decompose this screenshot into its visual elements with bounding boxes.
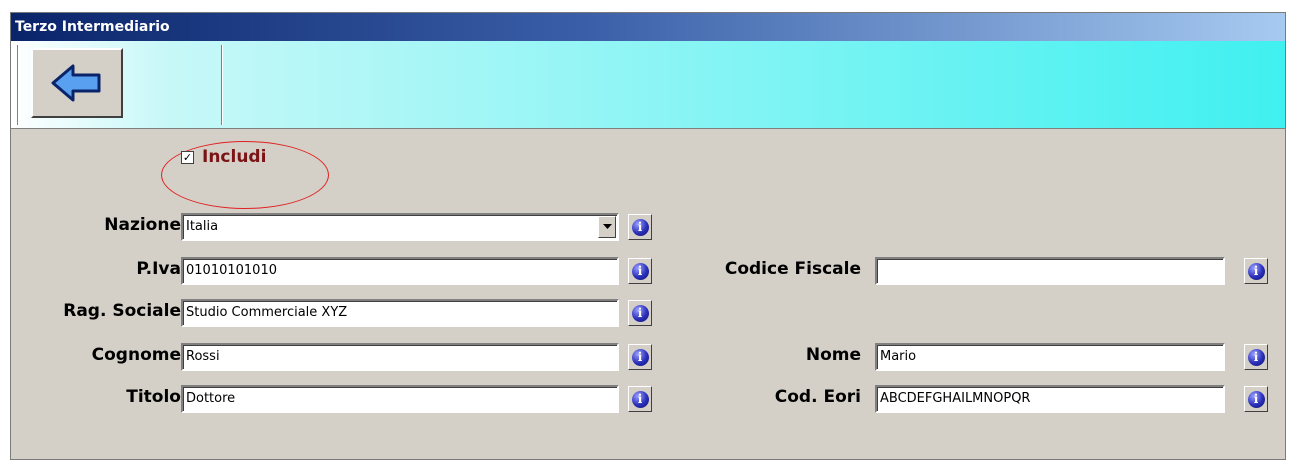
cod-eori-label: Cod. Eori: [774, 387, 861, 407]
back-button[interactable]: [31, 48, 123, 118]
toolbar-separator: [221, 45, 223, 125]
include-checkbox-group[interactable]: ✓ Includi: [181, 147, 266, 167]
include-checkbox[interactable]: ✓: [181, 150, 194, 164]
info-icon: i: [1247, 390, 1265, 408]
window-title: Terzo Intermediario: [11, 13, 1285, 41]
codice-fiscale-info-button[interactable]: i: [1244, 258, 1268, 284]
info-icon: i: [1247, 262, 1265, 280]
include-label: Includi: [202, 147, 267, 167]
form-area: ✓ Includi Nazione Italia i P.Iva 0101010…: [11, 129, 1285, 459]
codice-fiscale-label: Codice Fiscale: [724, 259, 861, 279]
cod-eori-field[interactable]: ABCDEFGHAILMNOPQR: [875, 385, 1225, 413]
nome-label: Nome: [805, 345, 861, 365]
piva-label: P.Iva: [136, 259, 181, 279]
info-icon: i: [631, 304, 649, 322]
info-icon: i: [631, 262, 649, 280]
titolo-label: Titolo: [126, 387, 181, 407]
nazione-info-button[interactable]: i: [628, 214, 652, 240]
info-icon: i: [631, 348, 649, 366]
nazione-label: Nazione: [104, 215, 181, 235]
nome-info-button[interactable]: i: [1244, 344, 1268, 370]
titolo-info-button[interactable]: i: [628, 386, 652, 412]
cod-eori-info-button[interactable]: i: [1244, 386, 1268, 412]
rag-sociale-label: Rag. Sociale: [63, 301, 181, 321]
cognome-field[interactable]: Rossi: [181, 343, 619, 371]
rag-sociale-info-button[interactable]: i: [628, 300, 652, 326]
nome-field[interactable]: Mario: [875, 343, 1225, 371]
piva-info-button[interactable]: i: [628, 258, 652, 284]
titolo-field[interactable]: Dottore: [181, 385, 619, 413]
toolbar: [11, 41, 1285, 129]
piva-field[interactable]: 01010101010: [181, 257, 619, 285]
rag-sociale-field[interactable]: Studio Commerciale XYZ: [181, 299, 619, 327]
codice-fiscale-field[interactable]: [875, 257, 1225, 285]
cognome-info-button[interactable]: i: [628, 344, 652, 370]
info-icon: i: [631, 390, 649, 408]
nazione-select[interactable]: Italia: [181, 213, 619, 241]
terzo-intermediario-window: Terzo Intermediario ✓ Includi Nazione It…: [10, 12, 1286, 460]
back-arrow-icon: [51, 64, 101, 102]
nazione-value: Italia: [186, 219, 219, 234]
info-icon: i: [631, 218, 649, 236]
cognome-label: Cognome: [91, 345, 181, 365]
nazione-dropdown-button[interactable]: [598, 216, 616, 238]
chevron-down-icon: [602, 224, 612, 229]
info-icon: i: [1247, 348, 1265, 366]
toolbar-separator: [17, 45, 19, 125]
